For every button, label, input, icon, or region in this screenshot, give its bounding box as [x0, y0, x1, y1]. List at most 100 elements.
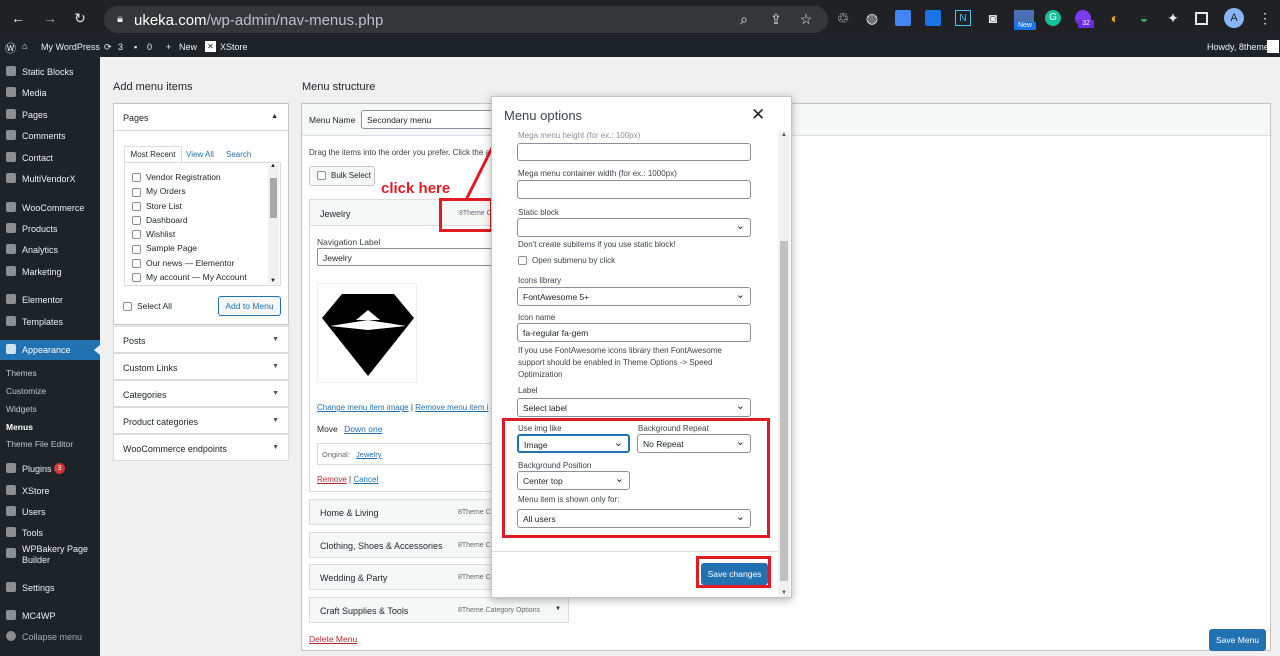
sidebar-item-static-blocks[interactable]: Static Blocks	[0, 62, 100, 82]
submenu-menus[interactable]: Menus	[6, 422, 33, 432]
profile-avatar[interactable]: A	[1224, 8, 1244, 28]
theme-options-tag[interactable]: 8Theme Category Options	[458, 607, 540, 614]
checkbox[interactable]	[132, 201, 141, 211]
theme-options-tag[interactable]: 8Theme C	[458, 509, 491, 516]
sidebar-item-wpbakery[interactable]: WPBakery Page Builder	[0, 544, 100, 574]
updates-icon[interactable]: ⟳	[104, 42, 112, 53]
checkbox[interactable]	[132, 259, 141, 269]
puzzle-extensions-icon[interactable]: ✦	[1165, 10, 1181, 26]
scroll-up-icon[interactable]: ▲	[781, 132, 787, 138]
checkbox[interactable]	[132, 244, 141, 254]
green-extension-icon[interactable]: ◒	[1136, 10, 1152, 26]
scroll-up-icon[interactable]: ▲	[270, 163, 276, 169]
zoom-icon[interactable]: ⌕	[736, 11, 752, 27]
share-icon[interactable]: ⇪	[768, 11, 784, 27]
collapse-menu-button[interactable]: Collapse menu	[0, 627, 100, 647]
sidebar-item-pages[interactable]: Pages	[0, 105, 100, 125]
sidebar-item-analytics[interactable]: Analytics	[0, 240, 100, 260]
list-item[interactable]: My account — My Account	[132, 270, 247, 284]
scroll-down-icon[interactable]: ▼	[781, 590, 787, 596]
submenu-themes[interactable]: Themes	[6, 368, 37, 378]
modal-scrollbar[interactable]: ▲ ▼	[778, 131, 790, 597]
docs-extension-icon[interactable]	[895, 10, 911, 26]
close-icon[interactable]: ✕	[751, 105, 765, 125]
chevron-down-icon[interactable]: ▼	[555, 606, 561, 612]
mega-height-input[interactable]	[517, 143, 751, 161]
nav-label-input[interactable]: Jewelry	[317, 248, 499, 266]
sidebar-item-xstore[interactable]: XStore	[0, 481, 100, 501]
cancel-link[interactable]: Cancel	[353, 475, 378, 484]
sidebar-item-comments[interactable]: Comments	[0, 126, 100, 146]
n-extension-icon[interactable]: N	[955, 10, 971, 26]
list-item[interactable]: Vendor Registration	[132, 170, 247, 184]
sidebar-item-woocommerce[interactable]: WooCommerce	[0, 198, 100, 218]
checkbox[interactable]	[132, 273, 141, 283]
scroll-down-icon[interactable]: ▼	[270, 278, 276, 284]
collapse-up-icon[interactable]: ▲	[271, 113, 278, 120]
original-link[interactable]: Jewelry	[356, 450, 381, 459]
bookmark-star-icon[interactable]: ☆	[798, 11, 814, 27]
sidebar-item-elementor[interactable]: Elementor	[0, 290, 100, 310]
list-item[interactable]: Dashboard	[132, 213, 247, 227]
tab-search[interactable]: Search	[226, 150, 251, 159]
camera-extension-icon[interactable]: ◙	[985, 10, 1001, 26]
icon-name-input[interactable]: fa-regular fa-gem	[517, 323, 751, 342]
checkbox[interactable]	[132, 216, 141, 226]
static-block-select[interactable]	[517, 218, 751, 237]
list-item[interactable]: Our news — Elementor	[132, 256, 247, 270]
save-menu-button[interactable]: Save Menu	[1209, 629, 1266, 651]
sidebar-item-users[interactable]: Users	[0, 502, 100, 522]
purple-extension-icon[interactable]: 32	[1075, 10, 1094, 28]
accordion-woocommerce-endpoints[interactable]: WooCommerce endpoints ▼	[113, 434, 289, 461]
accordion-custom-links[interactable]: Custom Links ▼	[113, 353, 289, 380]
open-submenu-option[interactable]: Open submenu by click	[518, 256, 615, 266]
sidepanel-icon[interactable]	[1195, 12, 1208, 25]
bulk-select-button[interactable]: Bulk Select	[309, 166, 375, 186]
user-avatar[interactable]	[1267, 40, 1279, 53]
checkbox[interactable]	[132, 173, 141, 183]
list-item[interactable]: Sample Page	[132, 241, 247, 255]
sidebar-item-media[interactable]: Media	[0, 83, 100, 103]
address-bar[interactable]: 🔒︎ ukeka.com/wp-admin/nav-menus.php ⌕ ⇪ …	[104, 6, 828, 33]
checkbox[interactable]	[132, 187, 141, 197]
sidebar-item-contact[interactable]: Contact	[0, 148, 100, 168]
pages-accordion-title[interactable]: Pages	[123, 113, 149, 123]
sidebar-item-marketing[interactable]: Marketing	[0, 262, 100, 282]
translate-extension-icon[interactable]	[925, 10, 941, 26]
scrollbar-thumb[interactable]	[270, 178, 277, 218]
list-item[interactable]: My Orders	[132, 184, 247, 198]
accordion-posts[interactable]: Posts ▼	[113, 326, 289, 353]
delete-menu-link[interactable]: Delete Menu	[309, 634, 357, 644]
list-scrollbar[interactable]: ▲ ▼	[268, 163, 279, 284]
submenu-customize[interactable]: Customize	[6, 386, 46, 396]
list-item[interactable]: Store List	[132, 199, 247, 213]
remove-link[interactable]: Remove	[317, 475, 347, 484]
grammarly-icon[interactable]: G	[1045, 10, 1061, 26]
select-all-checkbox[interactable]	[123, 302, 132, 312]
add-to-menu-button[interactable]: Add to Menu	[218, 296, 281, 316]
wordpress-logo-icon[interactable]: Ⓦ	[5, 40, 16, 56]
back-icon[interactable]: ←	[10, 10, 26, 26]
sidebar-item-products[interactable]: Products	[0, 219, 100, 239]
change-image-link[interactable]: Change menu item image	[317, 403, 409, 412]
icons-library-select[interactable]: FontAwesome 5+	[517, 287, 751, 306]
list-item[interactable]: Wishlist	[132, 227, 247, 241]
sidebar-item-appearance[interactable]: Appearance	[0, 340, 100, 360]
theme-options-tag[interactable]: 8Theme C	[458, 574, 491, 581]
checkbox[interactable]	[132, 230, 141, 240]
open-submenu-checkbox[interactable]	[518, 256, 527, 266]
submenu-widgets[interactable]: Widgets	[6, 404, 37, 414]
menu-dots-icon[interactable]: ⋮	[1257, 10, 1273, 26]
sidebar-item-tools[interactable]: Tools	[0, 523, 100, 543]
theme-options-tag[interactable]: 8Theme C	[458, 542, 491, 549]
accordion-categories[interactable]: Categories ▼	[113, 380, 289, 407]
submenu-theme-file-editor[interactable]: Theme File Editor	[6, 439, 73, 449]
mega-width-input[interactable]	[517, 180, 751, 199]
tab-view-all[interactable]: View All	[186, 150, 214, 159]
modal-scrollbar-thumb[interactable]	[780, 241, 788, 581]
orange-extension-icon[interactable]: ◐	[1107, 10, 1123, 26]
reload-icon[interactable]: ↻	[72, 10, 88, 26]
bulk-select-checkbox[interactable]	[317, 171, 326, 181]
howdy-account[interactable]: Howdy, 8theme	[1207, 42, 1269, 52]
label-select[interactable]: Select label	[517, 398, 751, 417]
